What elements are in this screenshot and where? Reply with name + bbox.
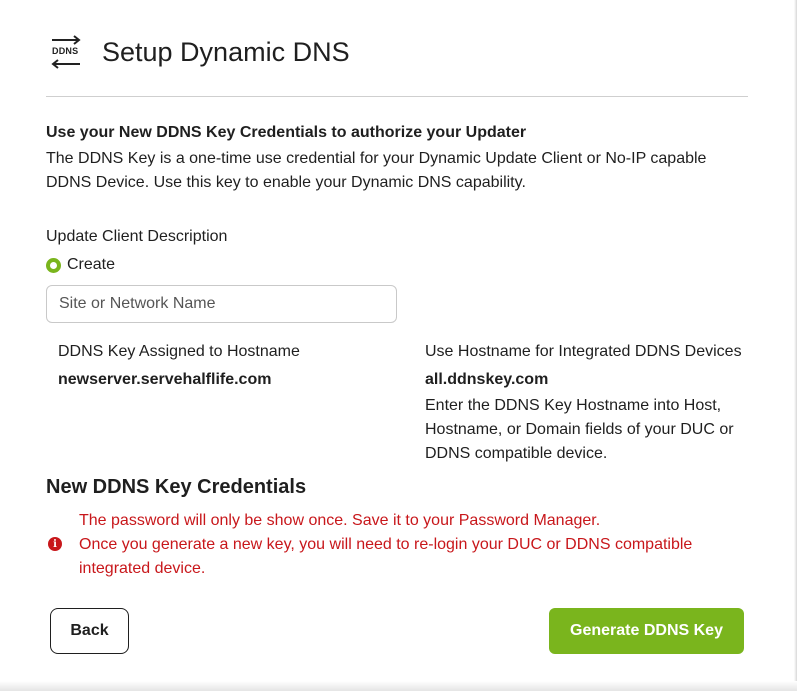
header-divider <box>46 96 748 97</box>
create-radio-label: Create <box>67 256 116 273</box>
integrated-hostname-section: Use Hostname for Integrated DDNS Devices… <box>425 342 765 466</box>
intro-text: The DDNS Key is a one-time use credentia… <box>46 150 707 191</box>
credentials-warning: The password will only be show once. Sav… <box>79 509 759 581</box>
back-button[interactable]: Back <box>50 608 129 654</box>
site-name-input[interactable] <box>46 285 397 323</box>
page-title: Setup Dynamic DNS <box>102 36 350 67</box>
warning-line-2: Once you generate a new key, you will ne… <box>79 536 693 577</box>
assigned-hostname-label: DDNS Key Assigned to Hostname <box>58 343 300 360</box>
assigned-hostname-section: DDNS Key Assigned to Hostname newserver.… <box>58 342 398 390</box>
generate-ddns-key-button[interactable]: Generate DDNS Key <box>549 608 744 654</box>
info-icon: i <box>48 537 62 551</box>
credentials-heading: New DDNS Key Credentials <box>46 476 307 498</box>
page-header: DDNS Setup Dynamic DNS <box>48 30 350 74</box>
assigned-hostname-value: newserver.servehalflife.com <box>58 371 272 388</box>
ddns-sync-icon: DDNS <box>48 34 84 70</box>
integrated-hostname-description: Enter the DDNS Key Hostname into Host, H… <box>425 397 734 462</box>
intro-heading: Use your New DDNS Key Credentials to aut… <box>46 124 527 141</box>
integrated-hostname-label: Use Hostname for Integrated DDNS Devices <box>425 343 742 360</box>
create-radio-option[interactable]: Create <box>46 256 115 274</box>
integrated-hostname-value: all.ddnskey.com <box>425 371 549 388</box>
bottom-edge-fade <box>0 681 797 691</box>
warning-line-1: The password will only be show once. Sav… <box>79 512 601 529</box>
update-client-label: Update Client Description <box>46 228 228 245</box>
ddns-icon-text: DDNS <box>52 46 79 56</box>
create-radio-button[interactable] <box>46 257 61 273</box>
